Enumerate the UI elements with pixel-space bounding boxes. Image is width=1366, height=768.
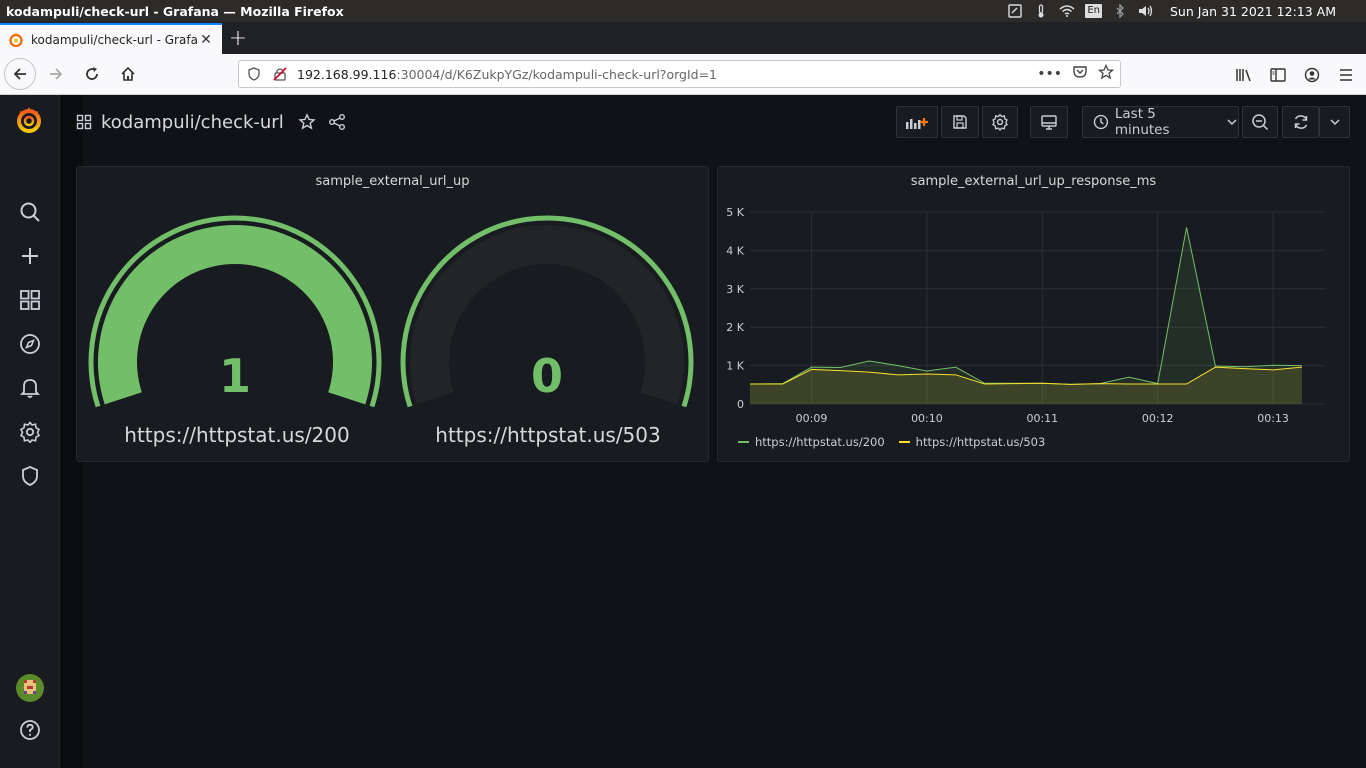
add-panel-icon [906, 118, 928, 129]
thermometer-icon[interactable] [1033, 4, 1049, 18]
save-dashboard-button[interactable] [941, 106, 979, 138]
chevron-down-icon [1227, 119, 1237, 126]
time-picker-button[interactable]: Last 5 minutes [1082, 106, 1239, 138]
home-icon[interactable] [112, 58, 144, 90]
window-title: kodampuli/check-url - Grafana — Mozilla … [6, 3, 344, 19]
legend-item-503[interactable]: https://httpstat.us/503 [898, 435, 1046, 449]
url-text: 192.168.99.116:30004/d/K6ZukpYGz/kodampu… [297, 67, 717, 82]
back-icon[interactable] [4, 58, 36, 90]
dashboard-grid-icon [76, 114, 92, 130]
explore-compass-icon[interactable] [18, 332, 42, 356]
time-range-label: Last 5 minutes [1114, 106, 1170, 138]
new-tab-icon[interactable]: + [222, 23, 254, 54]
search-icon[interactable] [18, 200, 42, 224]
clock-icon [1093, 114, 1109, 130]
browser-nav-bar: 192.168.99.116:30004/d/K6ZukpYGz/kodampu… [0, 54, 1366, 95]
x-tick-label: 00:11 [1026, 412, 1058, 425]
y-tick-label: 5 K [726, 206, 744, 219]
x-tick-label: 00:09 [796, 412, 828, 425]
x-tick-label: 00:10 [911, 412, 943, 425]
zoom-out-button[interactable] [1242, 106, 1278, 138]
page-actions-icon[interactable]: ••• [1037, 66, 1062, 82]
series-area-1 [750, 367, 1302, 404]
refresh-interval-dropdown[interactable] [1319, 106, 1350, 138]
alerting-bell-icon[interactable] [18, 376, 42, 400]
gauge-panel[interactable]: sample_external_url_up 1 0 https://https… [76, 166, 709, 462]
zoom-out-icon [1252, 114, 1269, 131]
grafana-logo-icon[interactable] [14, 105, 44, 135]
share-icon[interactable] [328, 113, 346, 131]
gauge-value-200: 1 [218, 349, 251, 403]
reload-icon[interactable] [76, 58, 108, 90]
dashboard-settings-button[interactable] [982, 106, 1018, 138]
browser-toolbar-right [1234, 54, 1366, 95]
server-admin-shield-icon[interactable] [18, 464, 42, 488]
volume-icon[interactable] [1138, 4, 1154, 18]
legend-swatch-200 [738, 441, 749, 443]
refresh-button[interactable] [1282, 106, 1319, 138]
dashboards-icon[interactable] [18, 288, 42, 312]
url-path: :30004/d/K6ZukpYGz/kodampuli-check-url?o… [396, 66, 717, 82]
x-tick-label: 00:12 [1142, 412, 1174, 425]
pocket-icon[interactable] [1072, 64, 1088, 83]
library-icon[interactable] [1234, 65, 1254, 85]
app-menu-icon[interactable] [1336, 65, 1356, 85]
bluetooth-icon[interactable] [1112, 4, 1128, 18]
series-line-0 [749, 227, 1302, 385]
graph-panel[interactable]: sample_external_url_up_response_ms 01 K2… [717, 166, 1350, 462]
chart-legend: https://httpstat.us/200 https://httpstat… [738, 435, 1045, 449]
dashboard-header: kodampuli/check-url [76, 108, 346, 136]
configuration-gear-icon[interactable] [18, 420, 42, 444]
url-bar[interactable]: 192.168.99.116:30004/d/K6ZukpYGz/kodampu… [238, 60, 1121, 88]
user-avatar[interactable] [16, 674, 44, 702]
grafana-sidemenu [0, 95, 60, 768]
help-icon[interactable] [18, 718, 42, 742]
grafana-favicon-icon [8, 32, 24, 48]
save-icon [953, 115, 967, 129]
tv-monitor-icon [1041, 115, 1057, 130]
sidebar-icon[interactable] [1268, 65, 1288, 85]
gauge-value-503: 0 [530, 349, 563, 403]
system-tray: En Sun Jan 31 2021 12:13 AM [1007, 0, 1366, 22]
refresh-icon [1294, 115, 1307, 129]
legend-swatch-503 [898, 441, 910, 443]
y-tick-label: 3 K [726, 283, 744, 296]
notes-icon[interactable] [1007, 4, 1023, 18]
os-top-bar: kodampuli/check-url - Grafana — Mozilla … [0, 0, 1366, 22]
add-panel-button[interactable] [896, 106, 938, 138]
tab-label: kodampuli/check-url - Grafana [31, 32, 198, 47]
y-tick-label: 1 K [726, 360, 744, 373]
forward-icon[interactable] [40, 58, 72, 90]
settings-gear-icon [992, 113, 1008, 131]
legend-label-503: https://httpstat.us/503 [915, 435, 1046, 449]
wifi-icon[interactable] [1059, 4, 1075, 18]
response-time-chart[interactable]: 0 1 K 2 K 3 K 4 K 5 K 00:09 00:10 00:11 00:12 00:1… [718, 167, 1349, 427]
account-icon[interactable] [1302, 65, 1322, 85]
tracking-protection-icon[interactable] [243, 63, 265, 85]
star-icon[interactable] [297, 113, 316, 131]
legend-item-200[interactable]: https://httpstat.us/200 [738, 435, 885, 449]
insecure-lock-icon[interactable] [269, 63, 291, 85]
system-clock[interactable]: Sun Jan 31 2021 12:13 AM [1170, 4, 1336, 19]
dashboard-title[interactable]: kodampuli/check-url [101, 112, 284, 133]
tab-close-icon[interactable]: ✕ [198, 32, 214, 48]
browser-tab-active[interactable]: kodampuli/check-url - Grafana ✕ [0, 23, 222, 54]
y-tick-label: 2 K [726, 321, 744, 334]
gauge-svg [88, 215, 694, 408]
chevron-down-icon [1329, 119, 1340, 126]
gauge-label-503: https://httpstat.us/503 [435, 423, 661, 447]
create-plus-icon[interactable] [18, 244, 42, 268]
gauge-label-200: https://httpstat.us/200 [124, 423, 350, 447]
keyboard-language-indicator[interactable]: En [1085, 4, 1102, 18]
x-tick-label: 00:13 [1257, 412, 1289, 425]
cycle-view-mode-button[interactable] [1030, 106, 1068, 138]
bookmark-star-icon[interactable] [1097, 63, 1115, 83]
legend-label-200: https://httpstat.us/200 [755, 435, 885, 449]
y-tick-label: 4 K [726, 244, 744, 257]
browser-tab-strip: kodampuli/check-url - Grafana ✕ + [0, 22, 1366, 54]
y-tick-label: 0 [737, 398, 744, 411]
url-host: 192.168.99.116 [297, 66, 397, 82]
